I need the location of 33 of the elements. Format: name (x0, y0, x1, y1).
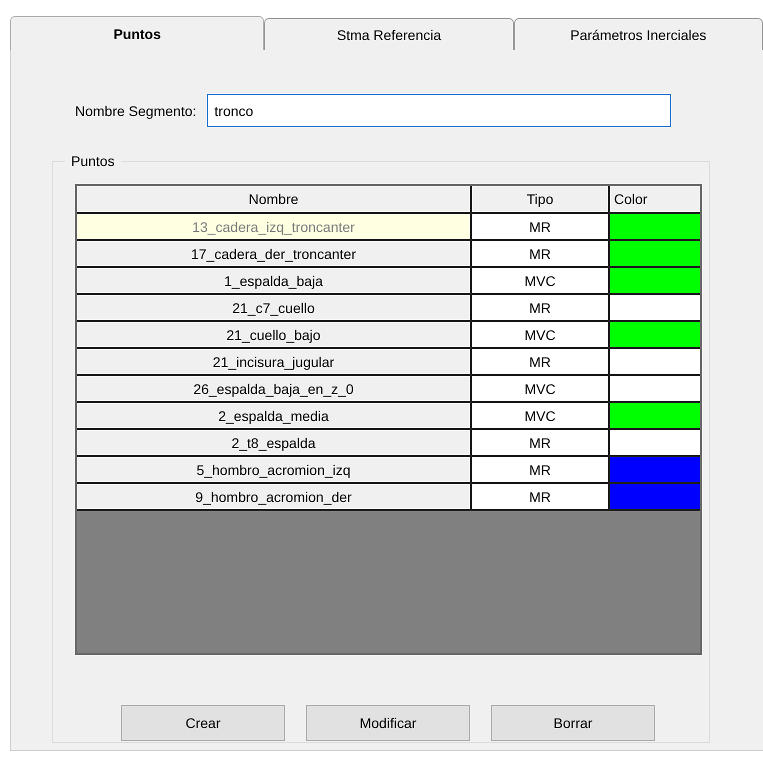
table-cell[interactable]: 21_c7_cuello (77, 295, 472, 322)
column-header[interactable]: Tipo (472, 186, 610, 214)
table-cell: MR (472, 430, 610, 457)
table-cell[interactable]: 21_incisura_jugular (77, 349, 472, 376)
table-cell[interactable]: 2_espalda_media (77, 403, 472, 430)
table-cell[interactable]: 2_t8_espalda (77, 430, 472, 457)
table-cell[interactable]: 5_hombro_acromion_izq (77, 457, 472, 484)
table-cell[interactable]: 26_espalda_baja_en_z_0 (77, 376, 472, 403)
table-cell: MVC (472, 322, 610, 349)
action-button[interactable]: Modificar (306, 705, 470, 741)
table-cell: MR (472, 214, 610, 241)
column-header[interactable]: Color (610, 186, 700, 214)
table-cell: MVC (472, 268, 610, 295)
table-cell: MR (472, 241, 610, 268)
action-button[interactable]: Crear (121, 705, 285, 741)
table-cell: MVC (472, 403, 610, 430)
action-button[interactable]: Borrar (491, 705, 655, 741)
tab[interactable]: Stma Referencia (264, 18, 514, 50)
table-cell: MVC (472, 376, 610, 403)
table-cell: MR (472, 295, 610, 322)
table-cell[interactable]: 21_cuello_bajo (77, 322, 472, 349)
column-header[interactable]: Nombre (77, 186, 472, 214)
segment-name-field[interactable]: tronco (207, 94, 672, 127)
table-cell[interactable]: 13_cadera_izq_troncanter (77, 214, 472, 241)
table-cell[interactable]: 17_cadera_der_troncanter (77, 241, 472, 268)
table-cell: MR (472, 349, 610, 376)
segment-name-label: Nombre Segmento: (75, 102, 196, 118)
table-cell[interactable]: 9_hombro_acromion_der (77, 484, 472, 511)
table-cell: MR (472, 457, 610, 484)
table-cell[interactable]: 1_espalda_baja (77, 268, 472, 295)
tab[interactable]: Puntos (10, 16, 264, 50)
tab[interactable]: Parámetros Inerciales (514, 18, 763, 50)
table-cell: MR (472, 484, 610, 511)
